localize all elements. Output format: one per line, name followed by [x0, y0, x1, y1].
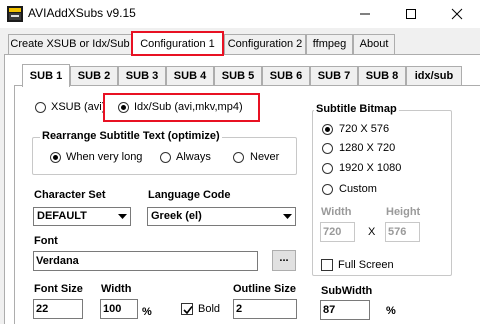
- tab-configuration-1[interactable]: Configuration 1: [131, 31, 224, 56]
- font-size-label: Font Size: [34, 283, 83, 295]
- tab-sub-6[interactable]: SUB 6: [262, 66, 310, 86]
- character-set-select[interactable]: DEFAULT: [33, 207, 131, 226]
- close-icon: [451, 8, 463, 20]
- bitmap-custom-radio[interactable]: [322, 184, 333, 195]
- subtitle-bitmap-title: Subtitle Bitmap: [314, 103, 399, 115]
- subwidth-unit: %: [386, 305, 396, 317]
- bold-checkbox[interactable]: [181, 303, 193, 315]
- width-unit: %: [142, 306, 152, 318]
- bitmap-custom-label: Custom: [339, 183, 377, 195]
- rearrange-always-label: Always: [176, 151, 211, 163]
- rearrange-title: Rearrange Subtitle Text (optimize): [40, 130, 222, 142]
- tab-sub-4[interactable]: SUB 4: [166, 66, 214, 86]
- width-label: Width: [101, 283, 132, 295]
- tab-label: SUB 2: [77, 70, 111, 82]
- tab-label: idx/sub: [414, 70, 454, 82]
- subwidth-field[interactable]: [320, 300, 370, 320]
- tab-label: SUB 5: [221, 70, 255, 82]
- tab-idx-sub[interactable]: idx/sub: [406, 66, 462, 86]
- tab-sub-7[interactable]: SUB 7: [310, 66, 358, 86]
- tab-label: About: [359, 38, 389, 50]
- character-set-label: Character Set: [34, 189, 106, 201]
- bitmap-720-label: 720 X 576: [339, 123, 390, 135]
- window-title: AVIAddXSubs v9.15: [28, 6, 136, 20]
- tab-configuration-2[interactable]: Configuration 2: [224, 34, 306, 55]
- tab-ffmpeg[interactable]: ffmpeg: [306, 34, 353, 55]
- maximize-button[interactable]: [388, 0, 434, 28]
- idxsub-label: Idx/Sub (avi,mkv,mp4): [134, 101, 243, 113]
- xsub-radio[interactable]: [35, 102, 46, 113]
- tab-label: SUB 8: [365, 70, 399, 82]
- full-screen-label: Full Screen: [338, 259, 394, 271]
- tab-sub-8[interactable]: SUB 8: [358, 66, 406, 86]
- title-bar: AVIAddXSubs v9.15: [0, 0, 480, 28]
- minimize-button[interactable]: [342, 0, 388, 28]
- tab-label: Create XSUB or Idx/Sub: [10, 38, 130, 50]
- bitmap-1280-radio[interactable]: [322, 143, 333, 154]
- bitmap-height-input[interactable]: [388, 224, 417, 240]
- tab-label: SUB 3: [125, 70, 159, 82]
- rearrange-never-label: Never: [250, 151, 280, 163]
- rearrange-when-long-radio[interactable]: [50, 152, 61, 163]
- subwidth-input[interactable]: [323, 302, 367, 318]
- tab-about[interactable]: About: [353, 34, 395, 55]
- outline-size-field[interactable]: [233, 299, 297, 319]
- tab-label: SUB 1: [29, 70, 63, 82]
- rearrange-never-radio[interactable]: [233, 152, 244, 163]
- tab-sub-1[interactable]: SUB 1: [22, 64, 70, 87]
- language-code-label: Language Code: [148, 189, 231, 201]
- bitmap-width-field[interactable]: [320, 222, 355, 242]
- outline-size-input[interactable]: [236, 301, 294, 317]
- tab-label: Configuration 2: [227, 38, 303, 50]
- subwidth-label: SubWidth: [321, 285, 373, 297]
- font-label: Font: [34, 235, 58, 247]
- browse-label: ...: [279, 252, 289, 264]
- maximize-icon: [406, 9, 416, 19]
- font-field[interactable]: [33, 251, 258, 271]
- tab-sub-5[interactable]: SUB 5: [214, 66, 262, 86]
- chevron-down-icon: [115, 208, 130, 225]
- bitmap-height-label: Height: [386, 206, 421, 218]
- tab-label: SUB 7: [317, 70, 351, 82]
- tab-label: ffmpeg: [312, 38, 347, 50]
- bitmap-1280-label: 1280 X 720: [339, 142, 396, 154]
- width-field[interactable]: [100, 299, 138, 319]
- rearrange-when-long-label: When very long: [66, 151, 143, 163]
- tab-sub-3[interactable]: SUB 3: [118, 66, 166, 86]
- language-code-value: Greek (el): [151, 210, 202, 222]
- idxsub-radio[interactable]: [118, 102, 129, 113]
- bitmap-height-field[interactable]: [385, 222, 420, 242]
- full-screen-checkbox[interactable]: [321, 259, 333, 271]
- tab-sub-2[interactable]: SUB 2: [70, 66, 118, 86]
- minimize-icon: [360, 13, 370, 15]
- checkmark-icon: [183, 306, 193, 315]
- chevron-down-icon: [280, 208, 295, 225]
- sub-tab-strip: SUB 1 SUB 2 SUB 3 SUB 4 SUB 5 SUB 6 SUB …: [14, 64, 480, 87]
- main-tab-strip: Create XSUB or Idx/Sub Configuration 1 C…: [0, 31, 480, 56]
- bold-label: Bold: [198, 303, 221, 315]
- language-code-select[interactable]: Greek (el): [147, 207, 296, 226]
- browse-font-button[interactable]: ...: [272, 250, 296, 271]
- character-set-value: DEFAULT: [37, 210, 87, 222]
- close-button[interactable]: [434, 0, 480, 28]
- bitmap-x-label: X: [368, 226, 376, 238]
- bitmap-1920-radio[interactable]: [322, 163, 333, 174]
- width-input[interactable]: [103, 301, 135, 317]
- app-icon: [7, 6, 23, 22]
- bitmap-720-radio[interactable]: [322, 124, 333, 135]
- tab-label: Configuration 1: [140, 38, 215, 50]
- bitmap-width-label: Width: [321, 206, 352, 218]
- font-size-input[interactable]: [36, 301, 80, 317]
- tab-label: SUB 6: [269, 70, 303, 82]
- font-size-field[interactable]: [33, 299, 83, 319]
- bitmap-width-input[interactable]: [323, 224, 352, 240]
- tab-label: SUB 4: [173, 70, 207, 82]
- tab-create-xsub[interactable]: Create XSUB or Idx/Sub: [8, 34, 132, 55]
- font-input[interactable]: [36, 253, 255, 269]
- bitmap-1920-label: 1920 X 1080: [339, 162, 402, 174]
- xsub-label: XSUB (avi): [51, 101, 106, 113]
- rearrange-always-radio[interactable]: [160, 152, 171, 163]
- outline-size-label: Outline Size: [233, 283, 296, 295]
